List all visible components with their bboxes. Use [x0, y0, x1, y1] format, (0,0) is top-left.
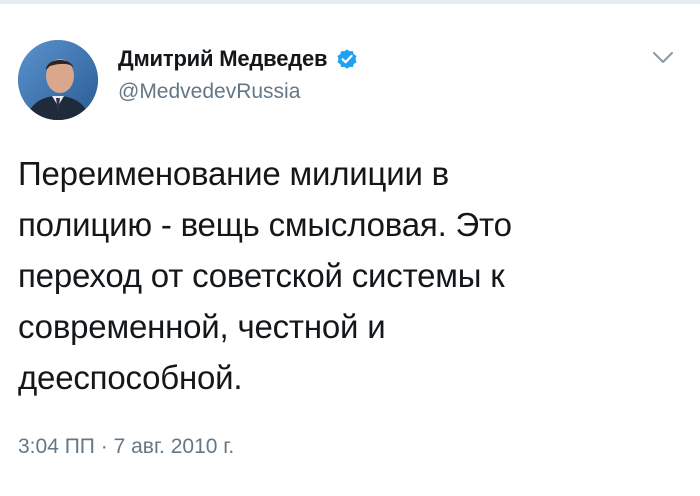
tweet-menu-button[interactable] — [648, 46, 678, 74]
tweet-time: 3:04 ПП — [18, 435, 95, 458]
avatar[interactable] — [18, 40, 98, 120]
tweet-text-line: дееспособной. — [18, 359, 243, 396]
meta-separator: · — [100, 435, 108, 458]
tweet-text-line: полицию - вещь смысловая. Это — [18, 206, 512, 243]
tweet-timestamp[interactable]: 3:04 ПП · 7 авг. 2010 г. — [18, 435, 234, 459]
verified-badge-icon — [335, 47, 359, 71]
tweet-text-line: Переименование милиции в — [18, 155, 449, 192]
top-divider — [0, 0, 700, 4]
avatar-photo — [18, 40, 98, 120]
author-handle[interactable]: @MedvedevRussia — [118, 80, 300, 104]
chevron-down-icon — [652, 51, 674, 70]
tweet-date: 7 авг. 2010 г. — [113, 435, 235, 458]
author-name-row: Дмитрий Медведев — [118, 44, 359, 74]
tweet-text-line: современной, честной и — [18, 308, 386, 345]
tweet-text-line: переход от советской системы к — [18, 257, 505, 294]
tweet-text: Переименование милиции в полицию - вещь … — [18, 148, 678, 403]
author-display-name[interactable]: Дмитрий Медведев — [118, 46, 328, 72]
